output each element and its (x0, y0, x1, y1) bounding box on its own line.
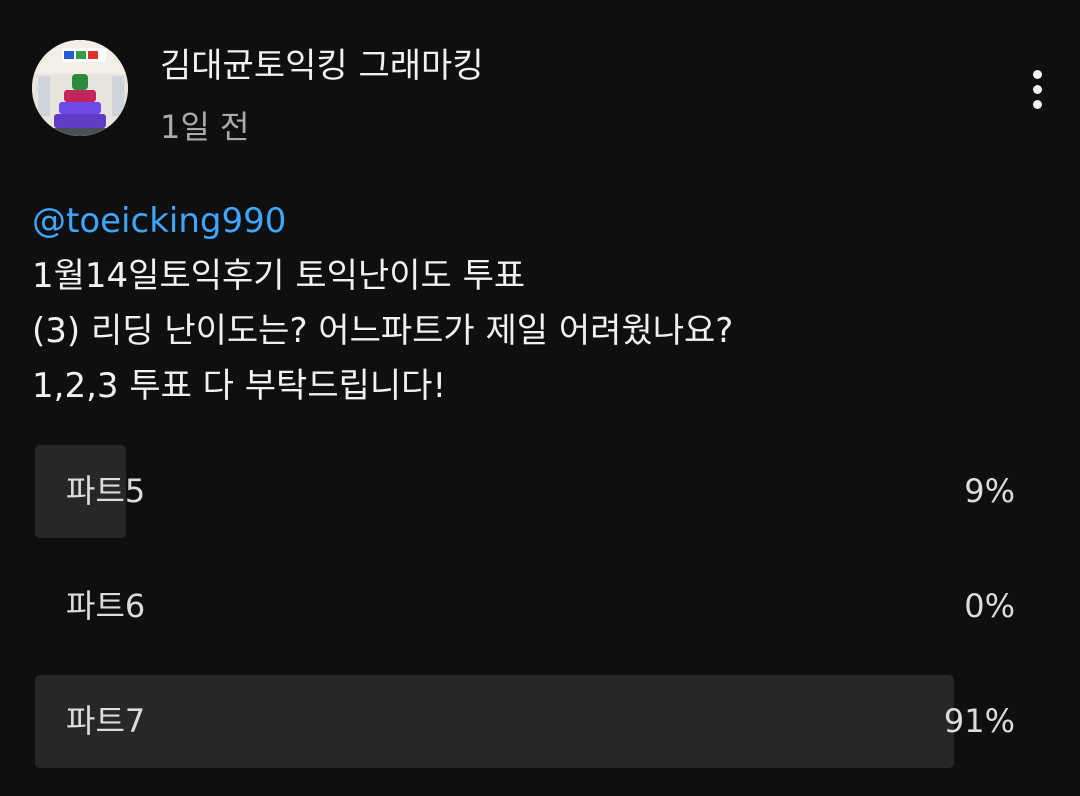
poll-option-label: 파트6 (66, 587, 146, 625)
poll-option-part7[interactable]: 파트7 91% (35, 675, 1045, 768)
avatar-image (32, 40, 128, 136)
poll-option-percent: 91% (943, 702, 1015, 740)
poll-option-percent: 0% (964, 587, 1015, 625)
poll-option-label: 파트7 (66, 702, 146, 740)
poll-option-part5[interactable]: 파트5 9% (35, 445, 1045, 538)
post-line: 1,2,3 투표 다 부탁드립니다! (32, 366, 447, 406)
post-line: (3) 리딩 난이도는? 어느파트가 제일 어려웠나요? (32, 311, 734, 351)
post-text: @toeicking990 1월14일토익후기 토익난이도 투표 (3) 리딩 … (32, 194, 1042, 414)
poll-option-bar (35, 675, 955, 768)
channel-avatar[interactable] (32, 40, 128, 136)
author-name[interactable]: 김대균토익킹 그래마킹 (160, 38, 484, 87)
post-time: 1일 전 (160, 108, 250, 146)
poll-option-label: 파트5 (66, 472, 146, 510)
poll-option-percent: 9% (964, 472, 1015, 510)
mention-link[interactable]: @toeicking990 (32, 201, 286, 241)
more-vert-icon[interactable] (1018, 62, 1058, 116)
post-line: 1월14일토익후기 토익난이도 투표 (32, 256, 526, 296)
poll-option-part6[interactable]: 파트6 0% (35, 560, 1045, 653)
